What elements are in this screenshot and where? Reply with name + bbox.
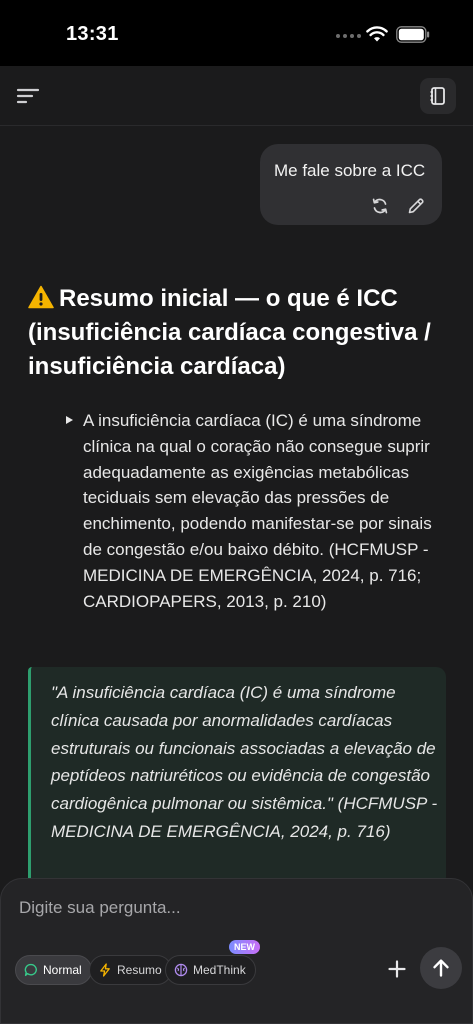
question-input[interactable] <box>19 893 439 923</box>
edit-message-button[interactable] <box>404 194 428 218</box>
answer-bullet-list: A insuficiência cardíaca (IC) é uma sínd… <box>62 408 442 614</box>
new-badge: NEW <box>229 940 260 954</box>
battery-icon <box>396 26 430 43</box>
menu-icon[interactable] <box>16 86 40 106</box>
plus-icon <box>388 960 406 978</box>
status-bar: 13:31 <box>0 0 473 66</box>
regenerate-button[interactable] <box>368 194 392 218</box>
answer-heading: Resumo inicial — o que é ICC (insuficiên… <box>28 282 448 384</box>
mode-resumo-button[interactable]: Resumo <box>89 955 172 985</box>
mode-resumo-label: Resumo <box>117 963 162 977</box>
bullet-triangle-icon <box>66 416 73 424</box>
wifi-icon <box>366 26 388 42</box>
add-attachment-button[interactable] <box>383 955 411 983</box>
mode-normal-label: Normal <box>43 963 82 977</box>
citation-quote: "A insuficiência cardíaca (IC) é uma sín… <box>28 667 446 887</box>
regenerate-icon <box>372 198 388 214</box>
list-item: A insuficiência cardíaca (IC) é uma sínd… <box>62 408 442 614</box>
send-button[interactable] <box>420 947 462 989</box>
composer-panel: Normal Resumo MedThink NEW <box>0 878 473 1024</box>
edit-icon <box>408 198 424 214</box>
user-message-bubble: Me fale sobre a ICC <box>260 144 442 225</box>
chat-bubble-icon <box>24 963 37 977</box>
user-message-text: Me fale sobre a ICC <box>274 161 426 180</box>
warning-icon <box>28 285 54 309</box>
mode-normal-button[interactable]: Normal <box>15 955 92 985</box>
answer-heading-text: Resumo inicial — o que é ICC (insuficiên… <box>28 285 431 380</box>
brain-icon <box>174 963 188 977</box>
notebook-button[interactable] <box>420 78 456 114</box>
mode-medthink-label: MedThink <box>193 963 246 977</box>
bullet-text: A insuficiência cardíaca (IC) é uma sínd… <box>83 411 432 611</box>
status-time: 13:31 <box>66 23 119 45</box>
quote-text: "A insuficiência cardíaca (IC) é uma sín… <box>51 683 438 841</box>
arrow-up-icon <box>433 959 449 977</box>
mode-medthink-button[interactable]: MedThink <box>165 955 256 985</box>
top-bar <box>0 66 473 126</box>
chat-app: Me fale sobre a ICC Resumo inicial — o q… <box>0 66 473 1024</box>
notebook-icon <box>430 87 445 105</box>
signal-dots-icon <box>336 34 361 38</box>
lightning-icon <box>100 963 110 977</box>
